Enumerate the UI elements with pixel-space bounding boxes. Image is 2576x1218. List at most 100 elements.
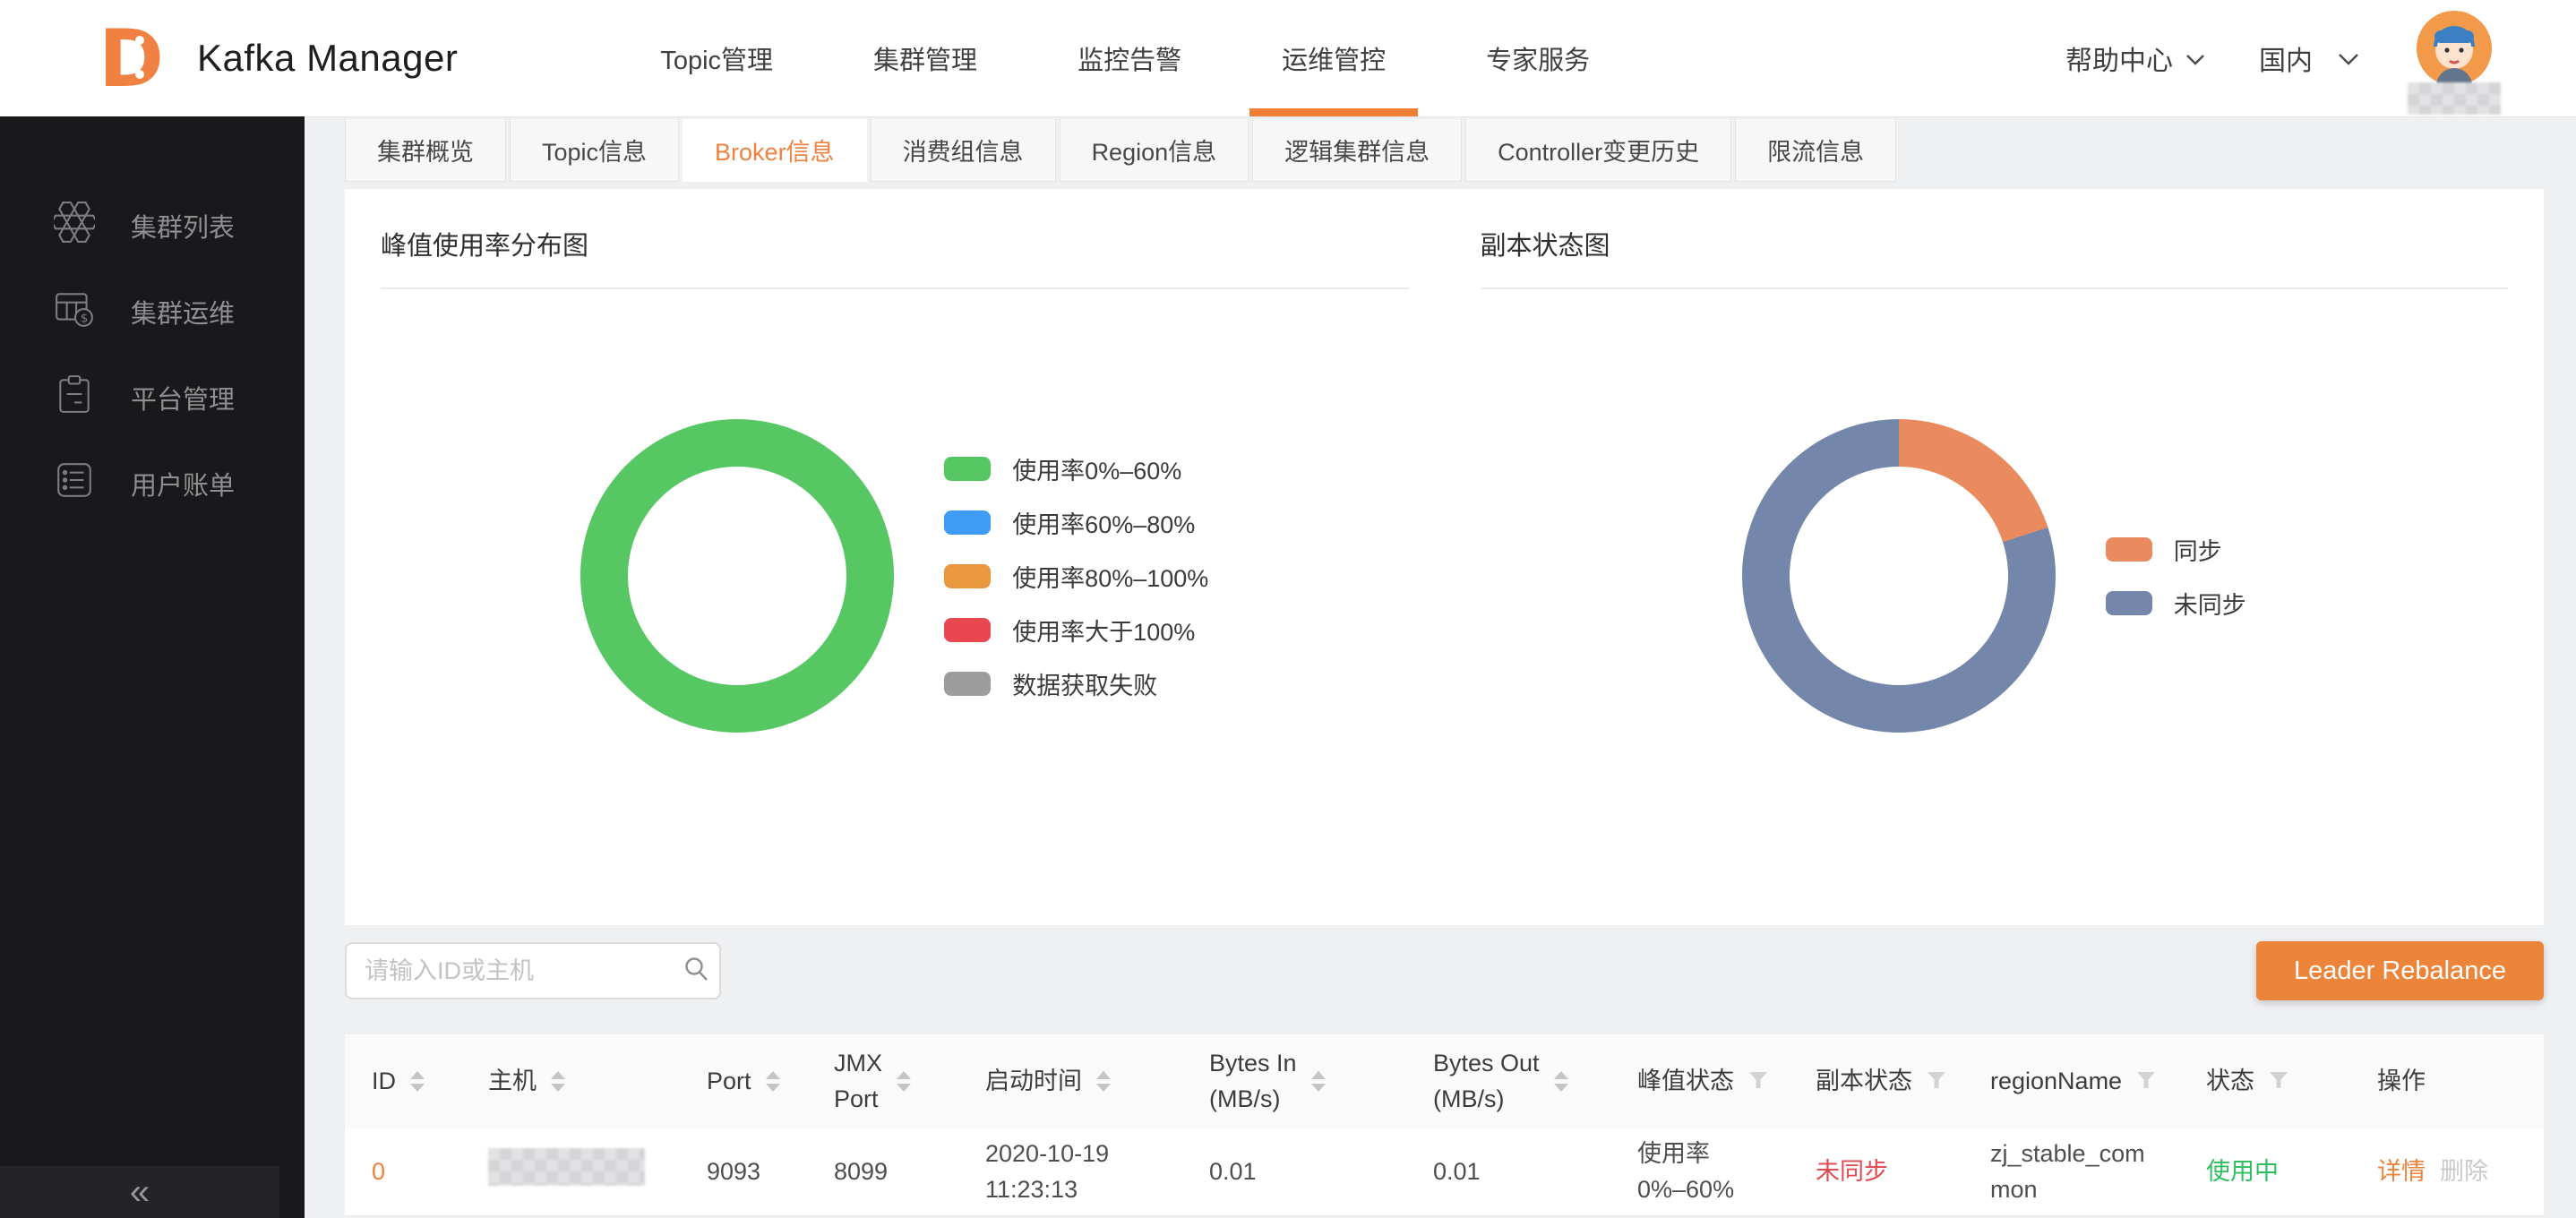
column-header-peak-status[interactable]: 峰值状态 [1637,1064,1816,1099]
filter-icon[interactable] [1927,1068,1946,1095]
region-selector[interactable]: 国内 [2259,39,2359,78]
filter-icon[interactable] [1748,1068,1768,1095]
column-header-start-time[interactable]: 启动时间 [985,1064,1209,1099]
port-cell: 9093 [707,1154,834,1189]
main-content: 集群概览 Topic信息 Broker信息 消费组信息 Region信息 逻辑集… [305,116,2576,1218]
collapse-chevrons-icon: « [130,1174,150,1210]
peak-status-cell: 使用率 0%–60% [1637,1137,1816,1206]
user-avatar[interactable] [2413,0,2495,116]
legend-item[interactable]: 使用率0%–60% [944,451,1208,486]
delete-action-link[interactable]: 删除 [2440,1158,2488,1185]
chart-title: 峰值使用率分布图 [381,225,1409,262]
column-header-host[interactable]: 主机 [488,1064,707,1099]
user-billing-icon [54,459,95,508]
legend-item[interactable]: 使用率大于100% [944,613,1208,648]
legend-item[interactable]: 数据获取失败 [944,666,1208,701]
column-header-actions: 操作 [2377,1064,2544,1099]
table-row: 0 9093 8099 2020-10-19 11:23:13 0.01 0.0… [345,1128,2544,1216]
detail-action-link[interactable]: 详情 [2377,1158,2426,1185]
broker-table: ID 主机 Port JMX Port 启动时间 Bytes In (MB/s) [345,1034,2544,1216]
peak-usage-donut-chart [580,419,894,733]
leader-rebalance-button[interactable]: Leader Rebalance [2256,941,2544,1000]
svg-text:$: $ [81,312,89,326]
tab-broker-info[interactable]: Broker信息 [683,119,867,182]
legend-label: 使用率0%–60% [1012,451,1181,486]
legend-label: 使用率大于100% [1012,613,1195,648]
sort-icon[interactable] [1096,1071,1111,1092]
tab-topic-info[interactable]: Topic信息 [510,119,679,182]
legend-label: 未同步 [2174,586,2246,621]
top-nav: Topic管理 集群管理 监控告警 运维管控 专家服务 [610,0,1640,116]
avatar-image [2417,11,2492,90]
tab-controller-history[interactable]: Controller变更历史 [1465,119,1731,182]
tab-logic-cluster-info[interactable]: 逻辑集群信息 [1252,119,1462,182]
nav-item-expert[interactable]: 专家服务 [1436,0,1640,116]
legend-item[interactable]: 同步 [2106,532,2246,567]
nav-item-cluster[interactable]: 集群管理 [823,0,1027,116]
column-header-bytes-in[interactable]: Bytes In (MB/s) [1209,1046,1433,1116]
tab-consumer-group-info[interactable]: 消费组信息 [871,119,1056,182]
column-header-id[interactable]: ID [372,1064,488,1099]
replica-status-cell: 未同步 [1816,1154,1990,1189]
filter-icon[interactable] [2136,1068,2156,1095]
sidebar-item-user-billing[interactable]: 用户账单 [0,441,305,527]
column-header-region-name[interactable]: regionName [1990,1064,2206,1099]
header-right: 帮助中心 国内 [2065,0,2495,116]
legend-swatch [944,564,991,588]
cluster-ops-icon: $ [54,287,95,336]
sort-icon[interactable] [1554,1071,1568,1092]
legend-swatch [944,457,991,481]
sidebar-item-cluster-ops[interactable]: $ 集群运维 [0,269,305,355]
column-header-jmx-port[interactable]: JMX Port [834,1046,985,1116]
sidebar-collapse-button[interactable]: « [0,1166,279,1218]
filter-icon[interactable] [2269,1068,2288,1095]
column-header-status[interactable]: 状态 [2206,1064,2377,1099]
broker-id-link[interactable]: 0 [372,1158,385,1185]
column-header-port[interactable]: Port [707,1064,834,1099]
broker-search-box [345,942,721,999]
legend-swatch [2106,591,2152,615]
nav-item-ops[interactable]: 运维管控 [1232,0,1436,116]
legend-swatch [944,672,991,696]
legend-swatch [2106,537,2152,562]
top-header: D Kafka Manager Topic管理 集群管理 监 [0,0,2576,116]
peak-usage-chart-section: 峰值使用率分布图 使用率0%–60% 使用率60%–80% 使用率80%–1 [345,189,1445,925]
host-redacted [488,1148,645,1186]
help-center-menu[interactable]: 帮助中心 [2065,39,2205,78]
app-title: Kafka Manager [197,37,458,80]
tab-throttle-info[interactable]: 限流信息 [1735,119,1896,182]
sort-icon[interactable] [410,1071,425,1092]
sort-icon[interactable] [551,1071,565,1092]
jmx-port-cell: 8099 [834,1154,985,1189]
sort-icon[interactable] [897,1071,911,1092]
legend-item[interactable]: 未同步 [2106,586,2246,621]
column-header-replica-status[interactable]: 副本状态 [1816,1064,1990,1099]
nav-item-topic[interactable]: Topic管理 [610,0,823,116]
search-input[interactable] [365,957,682,985]
charts-panel: 峰值使用率分布图 使用率0%–60% 使用率60%–80% 使用率80%–1 [345,189,2544,925]
legend-item[interactable]: 使用率80%–100% [944,559,1208,594]
column-header-bytes-out[interactable]: Bytes Out (MB/s) [1433,1046,1637,1116]
sidebar-item-platform-admin[interactable]: 平台管理 [0,355,305,441]
table-header-row: ID 主机 Port JMX Port 启动时间 Bytes In (MB/s) [345,1034,2544,1128]
sidebar-item-label: 集群运维 [131,293,235,330]
tab-cluster-overview[interactable]: 集群概览 [345,119,506,182]
sidebar-item-cluster-list[interactable]: 集群列表 [0,183,305,269]
chevron-down-icon [2185,43,2205,73]
nav-item-monitor[interactable]: 监控告警 [1027,0,1232,116]
region-label: 国内 [2259,39,2313,78]
legend-item[interactable]: 使用率60%–80% [944,505,1208,540]
bytes-out-cell: 0.01 [1433,1154,1637,1189]
tab-region-info[interactable]: Region信息 [1060,119,1249,182]
peak-usage-legend: 使用率0%–60% 使用率60%–80% 使用率80%–100% 使用率大于10… [944,451,1208,701]
sidebar: 集群列表 $ 集群运维 [0,116,305,1218]
legend-label: 数据获取失败 [1012,666,1157,701]
legend-swatch [944,510,991,535]
legend-swatch [944,618,991,642]
start-time-cell: 2020-10-19 11:23:13 [985,1137,1209,1206]
sort-icon[interactable] [766,1071,780,1092]
app-logo-icon: D [90,18,167,99]
legend-label: 使用率60%–80% [1012,505,1195,540]
search-icon[interactable] [682,955,710,988]
sort-icon[interactable] [1311,1071,1326,1092]
